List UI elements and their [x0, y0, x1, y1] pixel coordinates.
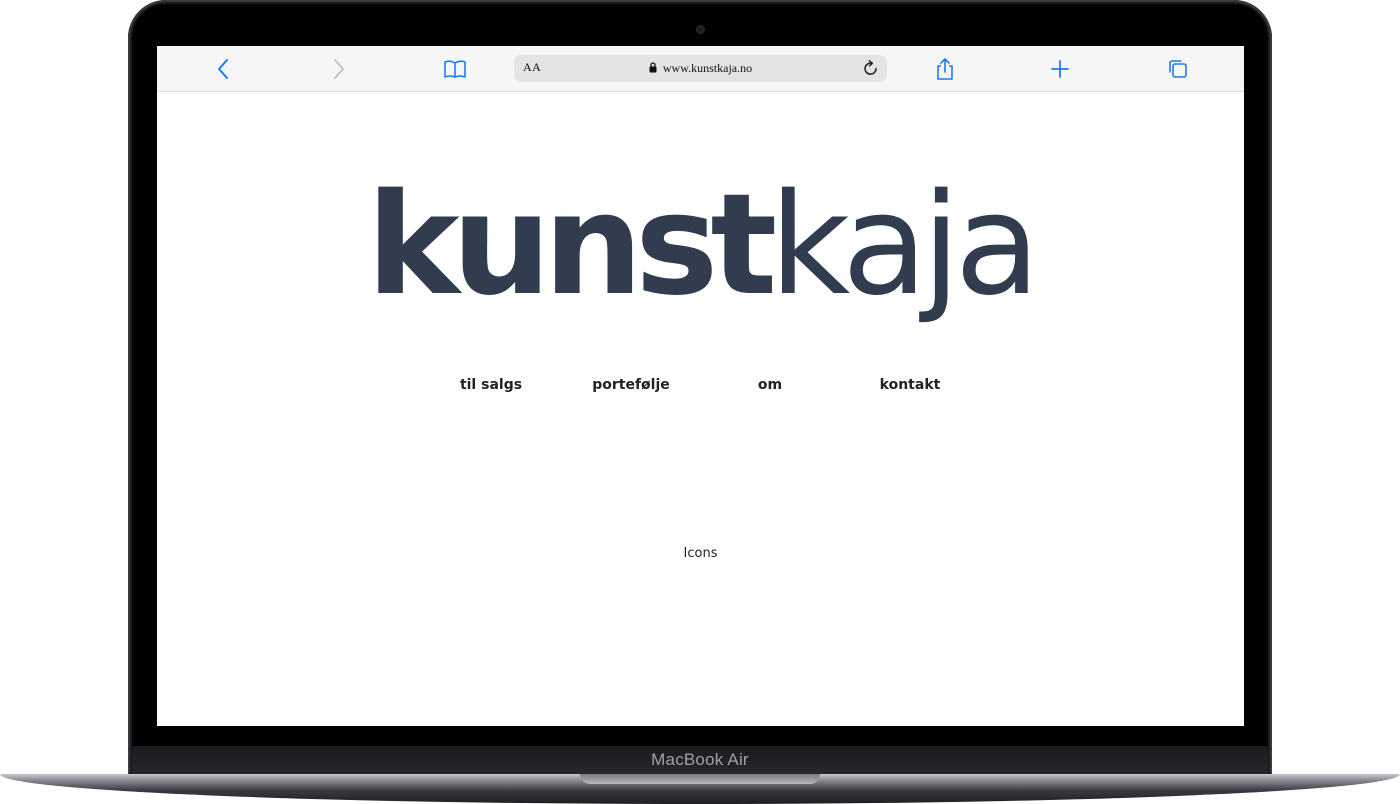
logo-bold-text: kunst: [366, 164, 778, 327]
bookmarks-icon[interactable]: [442, 56, 468, 82]
forward-icon[interactable]: [326, 56, 352, 82]
back-icon[interactable]: [210, 56, 236, 82]
icons-placeholder: Icons: [683, 546, 718, 561]
share-icon[interactable]: [932, 56, 958, 82]
main-nav: til salgs portefølje om kontakt: [157, 377, 1244, 401]
tabs-icon[interactable]: [1165, 56, 1191, 82]
nav-item-kontakt[interactable]: kontakt: [880, 377, 941, 393]
safari-toolbar: AA www.kunstkaja.no: [157, 46, 1244, 92]
nav-item-om[interactable]: om: [758, 377, 782, 393]
site-logo[interactable]: kunstkaja: [157, 166, 1244, 326]
camera-icon: [697, 26, 704, 33]
browser-screen: AA www.kunstkaja.no kunstkaja til salgs …: [157, 46, 1244, 726]
model-label: MacBook Air: [651, 750, 749, 769]
nav-item-portefolje[interactable]: portefølje: [592, 377, 670, 393]
nav-item-til-salgs[interactable]: til salgs: [460, 377, 522, 393]
new-tab-icon[interactable]: [1047, 56, 1073, 82]
url-text: www.kunstkaja.no: [662, 61, 753, 75]
logo-light-text: kaja: [769, 164, 1040, 327]
address-bar[interactable]: AA www.kunstkaja.no: [514, 55, 887, 82]
laptop-notch: [580, 774, 820, 784]
url-display[interactable]: www.kunstkaja.no: [514, 61, 887, 76]
reload-icon[interactable]: [861, 59, 881, 79]
lock-icon: [649, 62, 657, 73]
